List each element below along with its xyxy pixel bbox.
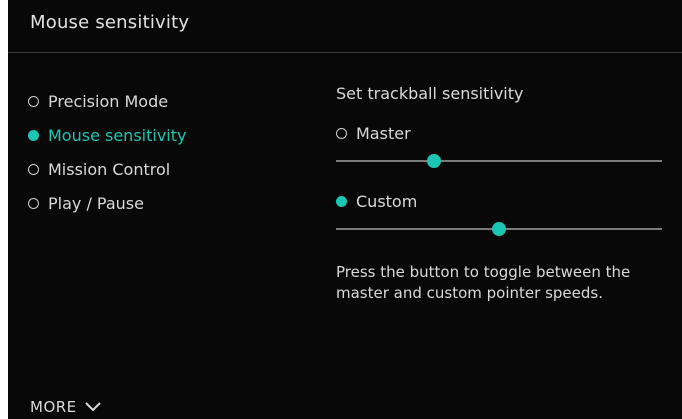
sensitivity-settings: Set trackball sensitivity Master Custom … (336, 84, 666, 302)
more-button[interactable]: MORE (30, 398, 101, 416)
settings-panel: Mouse sensitivity Precision Mode Mouse s… (8, 0, 682, 419)
radio-icon (336, 127, 347, 139)
button-option-precision-mode[interactable]: Precision Mode (28, 84, 186, 118)
button-option-label: Play / Pause (48, 193, 144, 213)
radio-icon (28, 95, 39, 107)
more-label: MORE (30, 398, 77, 416)
section-title: Set trackball sensitivity (336, 84, 524, 103)
button-option-play-pause[interactable]: Play / Pause (28, 186, 186, 220)
slider-thumb[interactable] (426, 154, 441, 168)
page-title: Mouse sensitivity (30, 12, 190, 33)
custom-slider[interactable] (336, 220, 662, 238)
button-option-label: Mouse sensitivity (48, 125, 187, 145)
button-option-mission-control[interactable]: Mission Control (28, 152, 186, 186)
button-option-mouse-sensitivity[interactable]: Mouse sensitivity (28, 118, 186, 152)
help-text: Press the button to toggle between the m… (336, 263, 631, 302)
button-option-label: Precision Mode (48, 91, 169, 111)
master-label: Master (356, 123, 411, 143)
custom-option[interactable]: Custom (336, 184, 666, 218)
radio-icon (28, 197, 39, 209)
slider-track (336, 160, 662, 162)
button-list: Precision Mode Mouse sensitivity Mission… (28, 84, 186, 220)
chevron-down-icon (84, 402, 101, 412)
master-slider[interactable] (336, 152, 662, 170)
header: Mouse sensitivity (8, 0, 682, 53)
radio-selected-icon (336, 195, 347, 207)
button-option-label: Mission Control (48, 159, 171, 179)
radio-selected-icon (28, 129, 39, 141)
custom-label: Custom (356, 191, 418, 211)
slider-thumb[interactable] (492, 222, 506, 236)
master-option[interactable]: Master (336, 116, 666, 150)
radio-icon (28, 163, 39, 175)
